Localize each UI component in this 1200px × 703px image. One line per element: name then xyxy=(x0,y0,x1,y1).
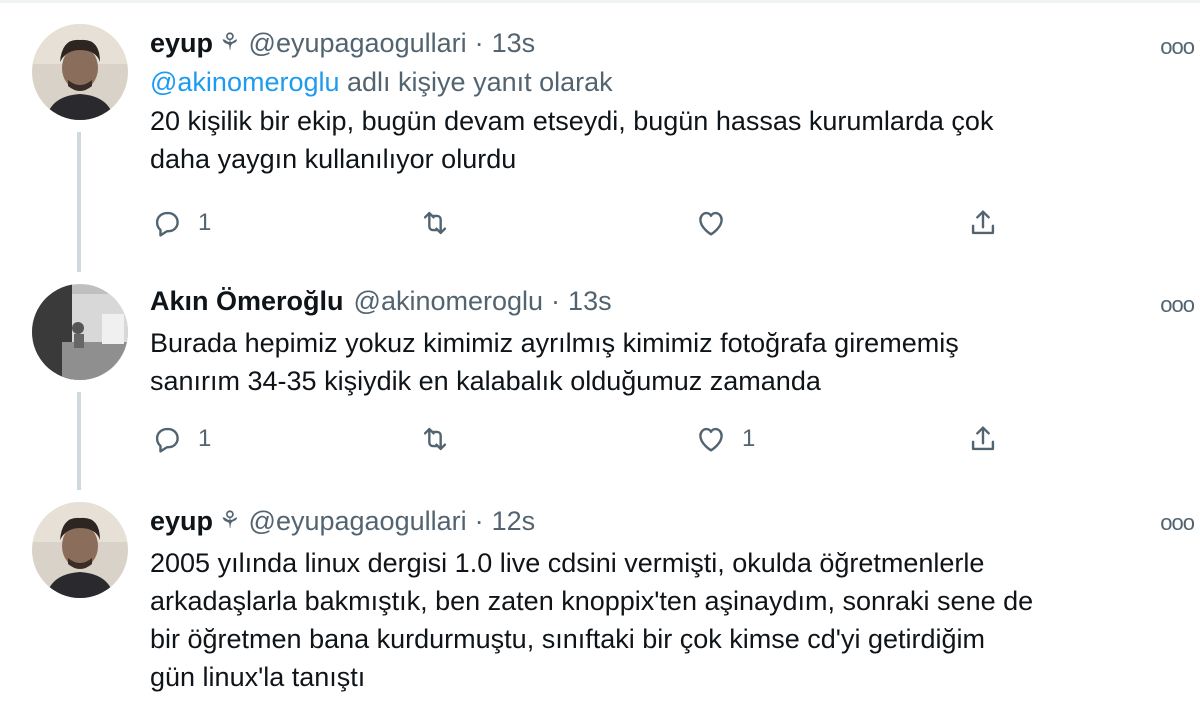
avatar[interactable] xyxy=(32,502,128,598)
tweet-text-line: daha yaygın kullanılıyor olurdu xyxy=(150,144,517,174)
author-name[interactable]: eyup xyxy=(150,26,213,60)
timestamp[interactable]: 13s xyxy=(492,26,536,60)
flower-badge-icon: ⚘ xyxy=(219,507,241,534)
more-options-icon[interactable]: ooo xyxy=(1160,34,1195,60)
reply-count: 1 xyxy=(198,425,212,452)
tweet-text-line: gün linux'la tanıştı xyxy=(150,662,366,692)
retweet-icon xyxy=(423,211,447,235)
timestamp[interactable]: 13s xyxy=(568,284,612,318)
reply-count: 1 xyxy=(198,209,212,236)
tweet-text: 2005 yılında linux dergisi 1.0 live cdsi… xyxy=(150,544,1160,696)
tweet[interactable]: eyup ⚘ @eyupagaogullari · 13s @akinomero… xyxy=(0,0,1200,272)
retweet-button[interactable] xyxy=(418,422,466,456)
share-button[interactable] xyxy=(966,422,1000,456)
tweet-text-line: 20 kişilik bir ekip, bugün devam etseydi… xyxy=(150,106,994,136)
tweet-text-line: sanırım 34-35 kişiydik en kalabalık oldu… xyxy=(150,366,821,396)
thread-line xyxy=(77,132,81,272)
heart-icon xyxy=(699,427,723,452)
share-button[interactable] xyxy=(966,206,1000,240)
author-name[interactable]: eyup xyxy=(150,504,213,538)
tweet[interactable]: eyup ⚘ @eyupagaogullari · 12s 2005 yılın… xyxy=(0,490,1200,703)
share-icon xyxy=(971,426,995,451)
retweet-button[interactable] xyxy=(418,206,466,240)
thread-line xyxy=(77,392,81,490)
avatar[interactable] xyxy=(32,24,128,120)
separator-dot: · xyxy=(474,28,484,58)
mention-link[interactable]: @akinomeroglu xyxy=(150,67,340,97)
reply-icon xyxy=(155,427,179,453)
reply-button[interactable]: 1 xyxy=(150,422,211,456)
timestamp[interactable]: 12s xyxy=(492,504,536,538)
author-name[interactable]: Akın Ömeroğlu xyxy=(150,284,344,318)
author-handle[interactable]: @eyupagaogullari xyxy=(249,26,467,60)
like-count: 1 xyxy=(742,425,756,452)
avatar[interactable] xyxy=(32,284,128,380)
like-button[interactable]: 1 xyxy=(694,422,755,456)
share-icon xyxy=(971,210,995,235)
tweet-text-line: 2005 yılında linux dergisi 1.0 live cdsi… xyxy=(150,548,985,578)
more-options-icon[interactable]: ooo xyxy=(1160,292,1195,318)
flower-badge-icon: ⚘ xyxy=(219,29,241,56)
reply-icon xyxy=(155,211,179,237)
heart-icon xyxy=(699,211,723,236)
tweet-text-line: Burada hepimiz yokuz kimimiz ayrılmış ki… xyxy=(150,328,959,358)
reply-context-text: adlı kişiye yanıt olarak xyxy=(339,67,613,97)
like-button[interactable] xyxy=(694,206,742,240)
separator-dot: · xyxy=(551,286,561,316)
tweet-text: 20 kişilik bir ekip, bugün devam etseydi… xyxy=(150,102,1160,178)
reply-button[interactable]: 1 xyxy=(150,206,211,240)
tweet-text-line: bir öğretmen bana kurdurmuştu, sınıftaki… xyxy=(150,624,985,654)
retweet-icon xyxy=(423,427,447,451)
author-handle[interactable]: @eyupagaogullari xyxy=(249,504,467,538)
reply-context: @akinomeroglu adlı kişiye yanıt olarak xyxy=(150,64,1160,100)
tweet-text: Burada hepimiz yokuz kimimiz ayrılmış ki… xyxy=(150,324,1160,400)
tweet-text-line: arkadaşlarla bakmıştık, ben zaten knoppi… xyxy=(150,586,1034,616)
separator-dot: · xyxy=(474,506,484,536)
more-options-icon[interactable]: ooo xyxy=(1160,510,1195,536)
tweet[interactable]: Akın Ömeroğlu @akinomeroglu · 13s Burada… xyxy=(0,270,1200,490)
author-handle[interactable]: @akinomeroglu xyxy=(354,284,544,318)
